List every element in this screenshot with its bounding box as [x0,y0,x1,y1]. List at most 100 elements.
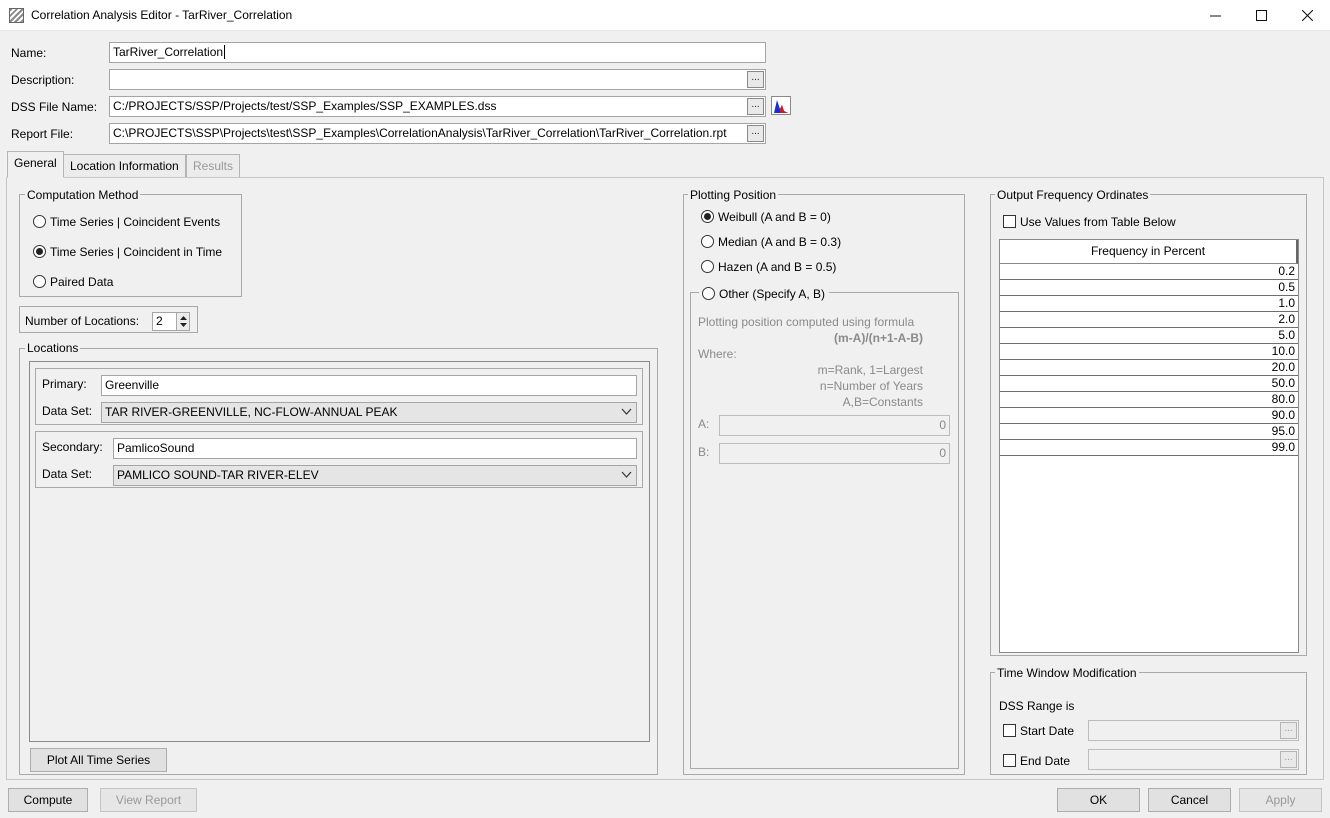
other-radio[interactable] [702,287,715,300]
b-input[interactable]: 0 [719,443,950,464]
cancel-button[interactable]: Cancel [1148,788,1231,812]
a-input[interactable]: 0 [719,415,950,436]
description-browse-button[interactable]: ... [747,71,764,88]
secondary-dataset-select[interactable]: PAMLICO SOUND-TAR RIVER-ELEV [113,465,637,486]
app-icon [9,8,24,23]
coincident-events-label[interactable]: Time Series | Coincident Events [50,215,220,229]
report-file-input[interactable]: C:\PROJECTS\SSP\Projects\test\SSP_Exampl… [109,123,766,144]
window-title: Correlation Analysis Editor - TarRiver_C… [31,8,293,22]
secondary-value: PamlicoSound [117,441,195,455]
frequency-row[interactable]: 50.0 [1000,376,1298,392]
frequency-row[interactable]: 0.2 [1000,264,1298,280]
spinner-up-down-icon [180,316,187,327]
frequency-row[interactable]: 5.0 [1000,328,1298,344]
end-date-browse-button[interactable]: ... [1280,751,1297,768]
primary-label: Primary: [42,377,87,391]
name-value: TarRiver_Correlation [113,45,224,59]
end-date-checkbox[interactable] [1003,754,1016,767]
maximize-button[interactable] [1238,0,1284,31]
median-radio[interactable] [701,235,714,248]
secondary-input[interactable]: PamlicoSound [113,438,637,459]
median-label[interactable]: Median (A and B = 0.3) [718,235,841,249]
tab-results: Results [186,154,241,178]
coincident-in-time-label[interactable]: Time Series | Coincident in Time [50,245,222,259]
plotting-position-title: Plotting Position [688,188,779,202]
plot-all-time-series-button[interactable]: Plot All Time Series [30,748,167,772]
ok-button[interactable]: OK [1057,788,1140,812]
def-ab: A,B=Constants [842,395,923,409]
coincident-in-time-radio[interactable] [33,245,46,258]
formula: (m-A)/(n+1-A-B) [834,331,923,345]
frequency-row[interactable]: 80.0 [1000,392,1298,408]
chevron-down-icon [621,471,632,478]
tab-location-information[interactable]: Location Information [63,154,186,178]
close-button[interactable] [1284,0,1330,31]
def-m: m=Rank, 1=Largest [817,363,923,377]
start-date-label[interactable]: Start Date [1020,724,1074,738]
apply-button: Apply [1239,788,1322,812]
report-file-browse-button[interactable]: ... [747,125,764,142]
coincident-events-radio[interactable] [33,215,46,228]
frequency-row[interactable]: 10.0 [1000,344,1298,360]
frequency-row[interactable]: 1.0 [1000,296,1298,312]
end-date-label[interactable]: End Date [1020,754,1070,768]
dss-file-browse-button[interactable]: ... [747,98,764,115]
other-label[interactable]: Other (Specify A, B) [719,287,825,301]
frequency-row[interactable]: 0.5 [1000,280,1298,296]
number-of-locations-label: Number of Locations: [25,314,140,328]
spinner-arrows[interactable] [176,313,189,330]
frequency-row[interactable]: 20.0 [1000,360,1298,376]
dss-plot-icon [774,100,788,113]
secondary-dataset-value: PAMLICO SOUND-TAR RIVER-ELEV [117,468,319,482]
primary-input[interactable]: Greenville [101,375,637,396]
number-of-locations-value: 2 [156,314,163,328]
frequency-row[interactable]: 95.0 [1000,424,1298,440]
formula-caption: Plotting position computed using formula [698,315,915,329]
frequency-table: Frequency in Percent 0.2 0.5 1.0 2.0 5.0 10.0… [999,239,1299,653]
dss-file-input[interactable]: C:/PROJECTS/SSP/Projects/test/SSP_Exampl… [109,96,766,117]
primary-dataset-value: TAR RIVER-GREENVILLE, NC-FLOW-ANNUAL PEA… [105,405,398,419]
start-date-input[interactable] [1088,720,1299,741]
frequency-column-header[interactable]: Frequency in Percent [1000,240,1298,264]
output-frequency-title: Output Frequency Ordinates [995,188,1151,202]
hazen-label[interactable]: Hazen (A and B = 0.5) [718,260,836,274]
report-file-value: C:\PROJECTS\SSP\Projects\test\SSP_Exampl… [113,126,727,140]
maximize-icon [1255,10,1267,21]
description-label: Description: [11,73,75,87]
dss-viewer-button[interactable] [771,96,791,115]
weibull-label[interactable]: Weibull (A and B = 0) [718,210,831,224]
hazen-radio[interactable] [701,260,714,273]
start-date-browse-button[interactable]: ... [1280,722,1297,739]
frequency-row[interactable]: 99.0 [1000,440,1298,456]
name-input[interactable]: TarRiver_Correlation [109,42,766,63]
tab-general[interactable]: General [7,151,64,178]
minimize-button[interactable] [1192,0,1238,31]
b-label: B: [698,445,710,459]
chevron-down-icon [621,408,632,415]
title-bar: Correlation Analysis Editor - TarRiver_C… [0,0,1330,31]
time-window-title: Time Window Modification [995,666,1139,680]
paired-data-radio[interactable] [33,275,46,288]
secondary-dataset-label: Data Set: [42,467,93,481]
secondary-label: Secondary: [42,440,103,454]
end-date-input[interactable] [1088,749,1299,770]
dss-file-value: C:/PROJECTS/SSP/Projects/test/SSP_Exampl… [113,99,497,113]
use-values-checkbox[interactable] [1003,215,1016,228]
name-label: Name: [11,46,47,60]
description-input[interactable] [109,69,766,90]
view-report-button: View Report [100,788,197,812]
weibull-radio[interactable] [701,210,714,223]
start-date-checkbox[interactable] [1003,724,1016,737]
frequency-row[interactable]: 90.0 [1000,408,1298,424]
compute-button[interactable]: Compute [8,788,88,812]
where-label: Where: [698,347,737,361]
dss-range-label: DSS Range is [999,699,1075,713]
minimize-icon [1209,15,1221,17]
frequency-rows: 0.2 0.5 1.0 2.0 5.0 10.0 20.0 50.0 80.0 90.0 95.0 9… [1000,264,1298,456]
paired-data-label[interactable]: Paired Data [50,275,113,289]
frequency-row[interactable]: 2.0 [1000,312,1298,328]
a-label: A: [698,417,710,431]
use-values-label[interactable]: Use Values from Table Below [1020,215,1176,229]
primary-dataset-select[interactable]: TAR RIVER-GREENVILLE, NC-FLOW-ANNUAL PEA… [101,402,637,423]
a-value: 0 [939,418,946,432]
